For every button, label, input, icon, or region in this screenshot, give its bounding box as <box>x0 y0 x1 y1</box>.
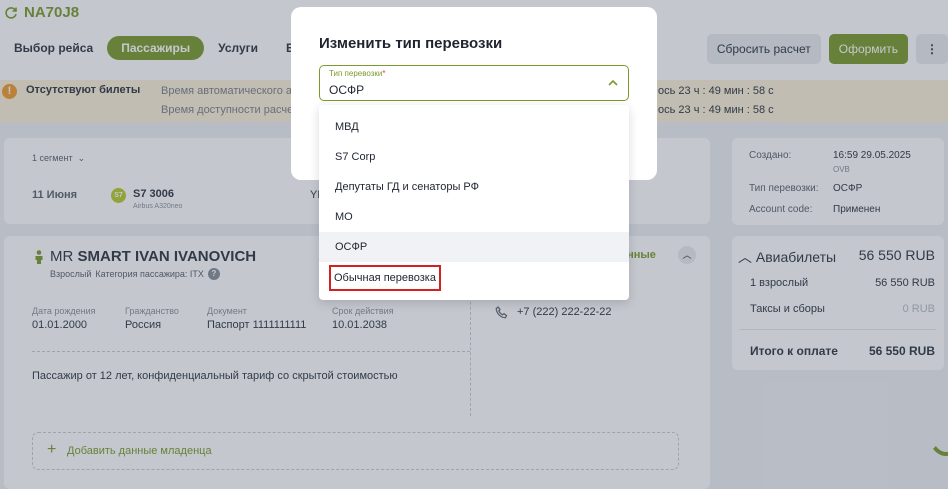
option-mo[interactable]: МО <box>319 202 629 232</box>
option-osfr[interactable]: ОСФР <box>319 232 629 262</box>
option-mvd[interactable]: МВД <box>319 112 629 142</box>
transport-type-select[interactable]: Тип перевозки* ОСФР <box>319 65 629 101</box>
modal-title: Изменить тип перевозки <box>319 35 503 52</box>
transport-type-dropdown: МВД S7 Corp Депутаты ГД и сенаторы РФ МО… <box>319 105 629 300</box>
chevron-up-icon <box>607 76 619 94</box>
transport-type-select-value: ОСФР <box>329 83 365 97</box>
option-deputies[interactable]: Депутаты ГД и сенаторы РФ <box>319 172 629 202</box>
option-regular-transport[interactable]: Обычная перевозка <box>319 262 629 292</box>
option-regular-transport-label: Обычная перевозка <box>329 265 441 291</box>
select-label-text: Тип перевозки <box>329 69 383 78</box>
required-mark: * <box>382 69 386 78</box>
option-s7-corp[interactable]: S7 Corp <box>319 142 629 172</box>
transport-type-select-label: Тип перевозки* <box>329 69 386 78</box>
